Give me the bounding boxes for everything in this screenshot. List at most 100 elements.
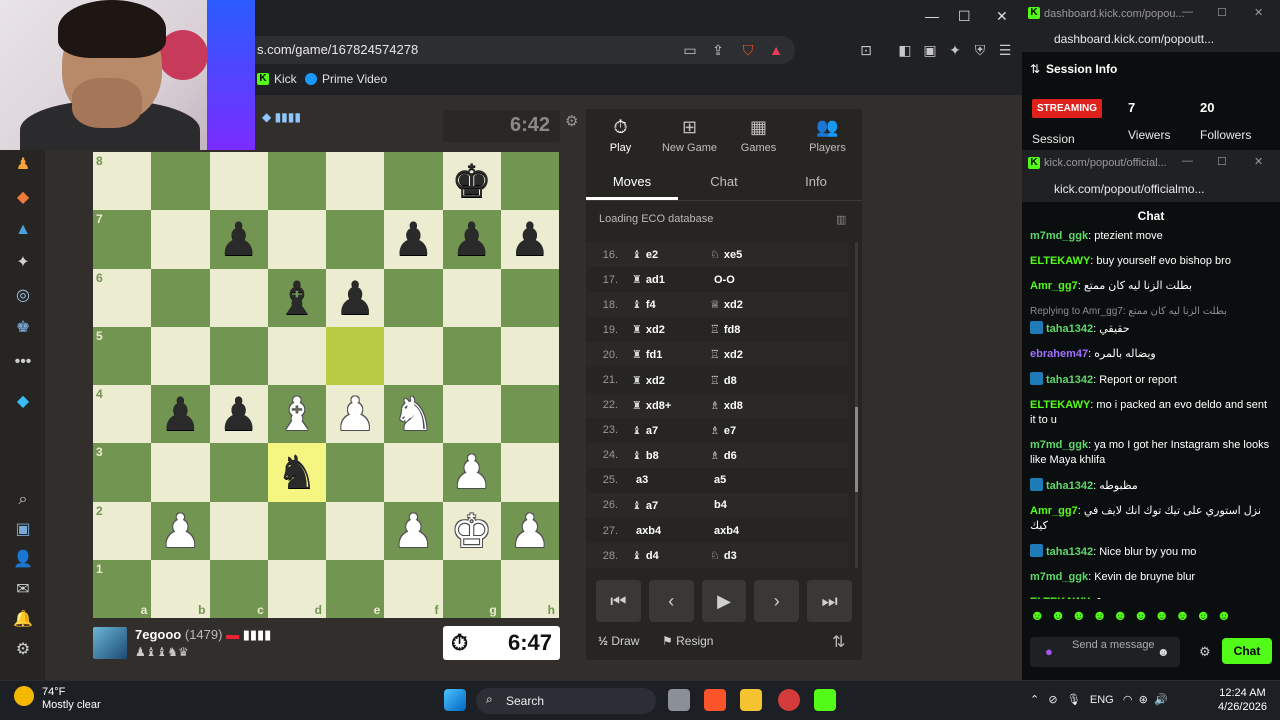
square-a5[interactable]: 5 [93,326,152,385]
learn-icon[interactable]: ▲ [13,220,33,240]
play-button[interactable]: ▶ [701,580,747,622]
square-a3[interactable]: 3 [93,443,152,502]
white-move[interactable]: ♜ ad1 [626,273,710,286]
chat-message[interactable]: Amr_gg7: نزل استوري على تيك توك انك لايف… [1030,504,1270,534]
square-d6[interactable]: ♝ [267,268,326,327]
board-settings-icon[interactable]: ⚙ [565,112,578,130]
puzzles-icon[interactable]: ◆ [13,188,33,208]
app-icon[interactable] [778,689,800,711]
black-bishop-piece[interactable]: ♝ [276,275,317,321]
white-move[interactable]: ♝ d4 [626,549,710,562]
square-e1[interactable]: e [326,559,385,618]
theme-icon[interactable]: ▣ [13,520,33,540]
messages-icon[interactable]: ✉ [13,580,33,600]
vpn-icon[interactable]: ⛨ [972,42,988,58]
square-e6[interactable]: ♟ [326,268,385,327]
share-icon[interactable]: ⇪ [710,42,726,58]
kick-app-icon[interactable] [814,689,836,711]
chat-message[interactable]: taha1342: Nice blur by you mo [1030,544,1270,560]
bookmark-kick[interactable]: K Kick [257,72,297,86]
chat-username[interactable]: ELTEKAWY [1030,596,1090,599]
black-move[interactable]: ♕ xd2 [710,298,848,311]
square-a8[interactable]: 8 [93,152,152,211]
news-icon[interactable]: ◎ [13,286,33,306]
wallet-icon[interactable]: ▣ [922,42,938,58]
square-e4[interactable]: ♟ [326,385,385,444]
leo-ai-icon[interactable]: ✦ [947,42,963,58]
chat-message[interactable]: m7md_ggk: ptezient move [1030,229,1270,244]
black-move[interactable]: ♖ d8 [710,374,848,387]
black-move[interactable]: ♗ e7 [710,424,848,437]
player-name[interactable]: 7egooo [135,627,181,642]
square-g2[interactable]: ♚ [442,501,501,560]
square-b8[interactable] [151,152,210,211]
subtab-moves[interactable]: Moves [586,163,678,200]
square-c8[interactable] [209,152,268,211]
square-f3[interactable] [384,443,443,502]
brave-icon[interactable] [704,689,726,711]
start-icon[interactable] [444,689,466,711]
sidebar-icon[interactable]: ◧ [897,42,913,58]
white-move[interactable]: ♝ f4 [626,298,710,311]
chat-messages[interactable]: m7md_ggk: ptezient move ELTEKAWY: buy you… [1030,229,1270,599]
square-f4[interactable]: ♞ [384,385,443,444]
square-d2[interactable] [267,501,326,560]
tab-players[interactable]: 👥 Players [793,109,862,161]
chat-username[interactable]: m7md_ggk [1030,571,1088,583]
white-move[interactable]: ♝ e2 [626,248,710,261]
square-h5[interactable] [500,326,559,385]
square-f8[interactable] [384,152,443,211]
trash-icon[interactable]: ▥ [836,213,846,226]
square-c7[interactable]: ♟ [209,210,268,269]
chat-message[interactable]: taha1342: مظبوطه [1030,478,1270,494]
move-list[interactable]: 16. ♝ e2 ♘ xe5 17. ♜ ad1 O-O 18. ♝ f4 ♕ xd2 19. ♜ xd2 ♖ fd… [586,242,848,568]
white-move[interactable]: ♝ a7 [626,424,710,437]
minimize-icon[interactable]: — [1182,6,1193,18]
square-c2[interactable] [209,501,268,560]
black-pawn-piece[interactable]: ♟ [509,216,550,262]
minimize-icon[interactable]: — [1182,155,1193,167]
black-pawn-piece[interactable]: ♟ [335,275,376,321]
task-view-icon[interactable] [668,689,690,711]
square-g7[interactable]: ♟ [442,210,501,269]
square-c5[interactable] [209,326,268,385]
white-move[interactable]: ♜ xd2 [626,323,710,336]
black-move[interactable]: ♘ xe5 [710,248,848,261]
close-icon[interactable]: ✕ [996,8,1008,25]
square-h1[interactable]: h [500,559,559,618]
chat-message[interactable]: Replying to Amr_gg7: بطلت الزنا ليه كان … [1030,304,1270,337]
square-h3[interactable] [500,443,559,502]
chat-username[interactable]: ebrahem47 [1030,348,1088,360]
square-a1[interactable]: 1a [93,559,152,618]
square-d1[interactable]: d [267,559,326,618]
chat-message[interactable]: ELTEKAWY: mo i packed an evo deldo and s… [1030,398,1270,428]
white-move[interactable]: a3 [626,474,710,486]
black-king-piece[interactable]: ♚ [451,158,492,204]
maximize-icon[interactable]: ☐ [1217,155,1227,168]
play-icon[interactable]: ♟ [13,155,33,175]
kick-dashboard-url[interactable]: dashboard.kick.com/popoutt... [1022,26,1280,52]
chat-send-button[interactable]: Chat [1222,638,1272,664]
chat-username[interactable]: m7md_ggk [1030,439,1088,451]
square-c4[interactable]: ♟ [209,385,268,444]
square-b6[interactable] [151,268,210,327]
white-pawn-piece[interactable]: ♟ [335,391,376,437]
square-b5[interactable] [151,326,210,385]
more-icon[interactable]: ••• [13,352,33,372]
square-a7[interactable]: 7 [93,210,152,269]
square-g3[interactable]: ♟ [442,443,501,502]
chat-message[interactable]: ELTEKAWY: buy yourself evo bishop bro [1030,254,1270,269]
avatar[interactable] [93,627,127,659]
chat-message[interactable]: taha1342: Report or report [1030,372,1270,388]
search-icon[interactable]: ⌕ [13,490,33,510]
square-d5[interactable] [267,326,326,385]
chat-message[interactable]: ELTEKAWY: ٩ [1030,595,1270,599]
square-h4[interactable] [500,385,559,444]
square-e7[interactable] [326,210,385,269]
clock[interactable]: 12:24 AM 4/26/2026 [1218,686,1267,714]
minimize-icon[interactable]: — [925,8,939,24]
square-f2[interactable]: ♟ [384,501,443,560]
black-move[interactable]: b4 [710,499,848,511]
chat-username[interactable]: Amr_gg7 [1030,280,1078,292]
friends-icon[interactable]: 👤 [13,550,33,570]
